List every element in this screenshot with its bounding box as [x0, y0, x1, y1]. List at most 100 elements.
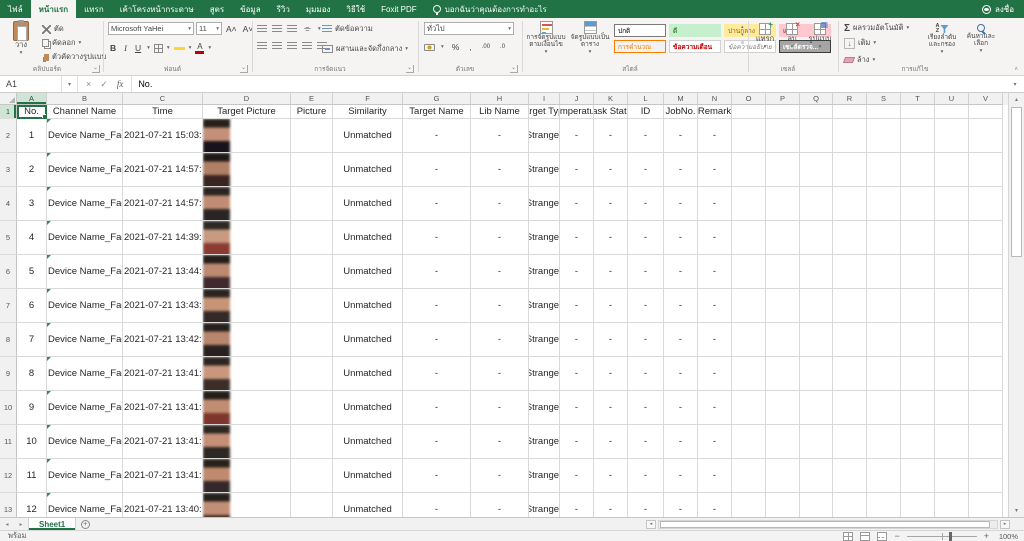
cell-E8[interactable] [291, 323, 333, 357]
cell-D11[interactable] [203, 425, 291, 459]
cell-M7[interactable]: - [664, 289, 698, 323]
cell-G5[interactable]: - [403, 221, 471, 255]
column-header-V[interactable]: V [969, 93, 1003, 105]
cell-I7[interactable]: Stranger [529, 289, 560, 323]
cell-A3[interactable]: 2 [17, 153, 47, 187]
cell-G3[interactable]: - [403, 153, 471, 187]
cell-K7[interactable]: - [594, 289, 628, 323]
cell-C9[interactable]: 2021-07-21 13:41:47 [123, 357, 203, 391]
column-header-G[interactable]: G [403, 93, 471, 105]
ribbon-tab[interactable]: วิธีใช้ [338, 0, 373, 18]
new-sheet-button[interactable]: + [76, 518, 94, 530]
cell-H8[interactable]: - [471, 323, 529, 357]
cell-E12[interactable] [291, 459, 333, 493]
cell-I8[interactable]: Stranger [529, 323, 560, 357]
cell-L10[interactable]: - [628, 391, 664, 425]
zoom-slider-thumb[interactable] [948, 531, 952, 541]
cell-C6[interactable]: 2021-07-21 13:44:35 [123, 255, 203, 289]
cell-P7[interactable] [766, 289, 800, 323]
ribbon-tab[interactable]: เค้าโครงหน้ากระดาษ [112, 0, 202, 18]
cell-L2[interactable]: - [628, 119, 664, 153]
cell-F3[interactable]: Unmatched [333, 153, 403, 187]
cell-T12[interactable] [901, 459, 935, 493]
select-all-corner[interactable] [0, 93, 17, 105]
cell-M6[interactable]: - [664, 255, 698, 289]
cell-V7[interactable] [969, 289, 1003, 323]
column-header-R[interactable]: R [833, 93, 867, 105]
cell-A11[interactable]: 10 [17, 425, 47, 459]
cell-U11[interactable] [935, 425, 969, 459]
column-header-B[interactable]: B [47, 93, 123, 105]
cell-T9[interactable] [901, 357, 935, 391]
cell-E10[interactable] [291, 391, 333, 425]
cell-L6[interactable]: - [628, 255, 664, 289]
decrease-decimal-button[interactable]: .0 [498, 44, 507, 50]
cell-I4[interactable]: Stranger [529, 187, 560, 221]
column-header-Q[interactable]: Q [800, 93, 833, 105]
cell-D10[interactable] [203, 391, 291, 425]
cell-E2[interactable] [291, 119, 333, 153]
cell-J13[interactable]: - [560, 493, 594, 517]
cell-S4[interactable] [867, 187, 901, 221]
italic-button[interactable]: I [122, 43, 129, 53]
cell-A2[interactable]: 1 [17, 119, 47, 153]
cell-E9[interactable] [291, 357, 333, 391]
cell-T2[interactable] [901, 119, 935, 153]
cell-M10[interactable]: - [664, 391, 698, 425]
cell-F4[interactable]: Unmatched [333, 187, 403, 221]
grow-font-button[interactable]: A˄ [224, 24, 239, 34]
cell-U5[interactable] [935, 221, 969, 255]
ribbon-tab[interactable]: Foxit PDF [373, 0, 425, 18]
cell-P12[interactable] [766, 459, 800, 493]
cell-F7[interactable]: Unmatched [333, 289, 403, 323]
cell-J4[interactable]: - [560, 187, 594, 221]
row-header-4[interactable]: 4 [0, 187, 17, 221]
cell-E1[interactable]: Picture [291, 105, 333, 119]
cell-D2[interactable] [203, 119, 291, 153]
column-header-T[interactable]: T [901, 93, 935, 105]
cell-K6[interactable]: - [594, 255, 628, 289]
cell-M3[interactable]: - [664, 153, 698, 187]
cell-D5[interactable] [203, 221, 291, 255]
cell-A8[interactable]: 7 [17, 323, 47, 357]
enter-icon[interactable]: ✓ [100, 79, 108, 90]
row-header-5[interactable]: 5 [0, 221, 17, 255]
cut-button[interactable]: ตัด [40, 22, 108, 36]
cell-S10[interactable] [867, 391, 901, 425]
cell-G2[interactable]: - [403, 119, 471, 153]
cell-O2[interactable] [732, 119, 766, 153]
cell-V8[interactable] [969, 323, 1003, 357]
cell-J11[interactable]: - [560, 425, 594, 459]
cell-I12[interactable]: Stranger [529, 459, 560, 493]
cell-G12[interactable]: - [403, 459, 471, 493]
cell-G1[interactable]: Target Name [403, 105, 471, 119]
cell-style-chip[interactable]: ดี [669, 24, 721, 37]
cell-V9[interactable] [969, 357, 1003, 391]
cell-Q3[interactable] [800, 153, 833, 187]
cell-E5[interactable] [291, 221, 333, 255]
cell-T3[interactable] [901, 153, 935, 187]
cell-L12[interactable]: - [628, 459, 664, 493]
column-header-H[interactable]: H [471, 93, 529, 105]
normal-view-button[interactable] [843, 531, 854, 541]
cell-N9[interactable]: - [698, 357, 732, 391]
cell-Q10[interactable] [800, 391, 833, 425]
cell-B11[interactable]: Device Name_Face [47, 425, 123, 459]
cell-U10[interactable] [935, 391, 969, 425]
autosum-button[interactable]: Σ ผลรวมอัตโนมัติ ▾ [842, 21, 911, 35]
clipboard-dialog-launcher[interactable]: ⌄ [92, 65, 100, 73]
cell-C2[interactable]: 2021-07-21 15:03:30 [123, 119, 203, 153]
cell-I9[interactable]: Stranger [529, 357, 560, 391]
cell-A5[interactable]: 4 [17, 221, 47, 255]
row-header-9[interactable]: 9 [0, 357, 17, 391]
cell-R9[interactable] [833, 357, 867, 391]
cell-F5[interactable]: Unmatched [333, 221, 403, 255]
account-button[interactable]: ลงชื่อ [972, 0, 1024, 18]
cell-B4[interactable]: Device Name_Face [47, 187, 123, 221]
cell-O6[interactable] [732, 255, 766, 289]
insert-function-icon[interactable]: fx [117, 79, 124, 89]
column-header-S[interactable]: S [867, 93, 901, 105]
vertical-scrollbar[interactable]: ▴ ▾ [1008, 93, 1024, 517]
cell-G6[interactable]: - [403, 255, 471, 289]
column-header-A[interactable]: A [17, 93, 47, 105]
